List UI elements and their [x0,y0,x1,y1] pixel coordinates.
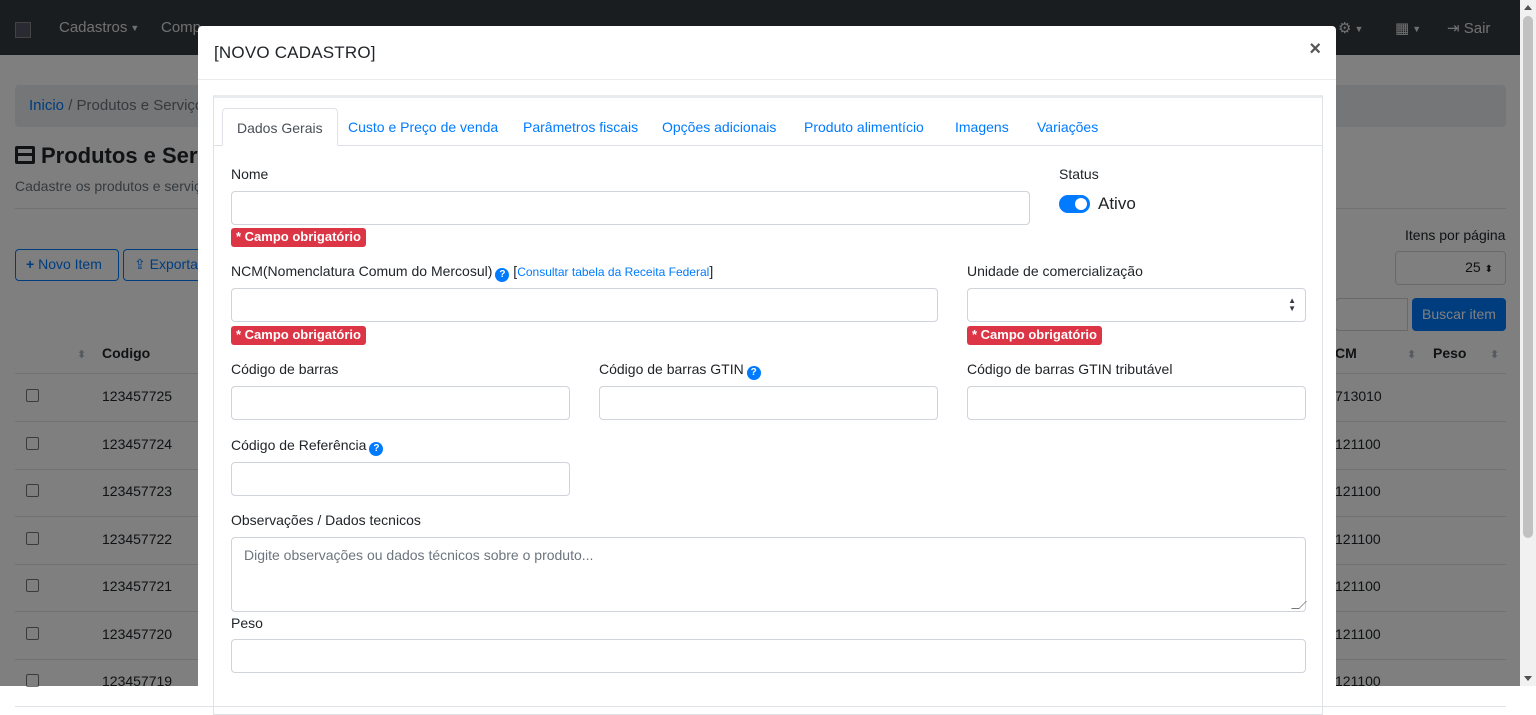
modal-header: [NOVO CADASTRO] × [198,26,1336,80]
required-badge: * Campo obrigatório [231,228,366,247]
tab-dados-gerais[interactable]: Dados Gerais [222,108,338,146]
form-card: Dados Gerais Custo e Preço de venda Parâ… [213,95,1323,715]
gtin-tributavel-input[interactable] [967,386,1306,420]
codigo-barras-label: Código de barras [231,361,339,377]
help-icon[interactable]: ? [746,366,761,380]
modal-title: [NOVO CADASTRO] [214,43,376,62]
required-badge: * Campo obrigatório [231,326,366,345]
tab-produto-alimenticio[interactable]: Produto alimentício [790,108,938,146]
codigo-barras-input[interactable] [231,386,570,420]
close-icon[interactable]: × [1309,39,1321,59]
scroll-up-icon[interactable] [1524,5,1532,10]
peso-label: Peso [231,615,263,631]
status-label: Status [1059,166,1099,182]
nome-input[interactable] [231,191,1030,225]
ncm-table-link[interactable]: Consultar tabela da Receita Federal [517,265,709,279]
tab-imagens[interactable]: Imagens [941,108,1023,146]
tab-variacoes[interactable]: Variações [1023,108,1112,146]
gtin-input[interactable] [599,386,938,420]
resize-handle-icon[interactable] [1291,601,1307,609]
tab-opcoes-adicionais[interactable]: Opções adicionais [648,108,790,146]
unidade-select[interactable]: ▲ ▼ [967,288,1306,322]
select-arrows-icon: ▲ ▼ [1288,296,1296,313]
help-icon[interactable]: ? [369,442,384,456]
required-badge: * Campo obrigatório [967,326,1102,345]
referencia-label: Código de Referência? [231,437,384,456]
gtin-tributavel-label: Código de barras GTIN tributável [967,361,1173,377]
ncm-label: NCM(Nomenclatura Comum do Mercosul)? [Co… [231,263,714,282]
new-product-modal: [NOVO CADASTRO] × Dados Gerais Custo e P… [198,26,1336,715]
unidade-label: Unidade de comercialização [967,263,1143,279]
ncm-input[interactable] [231,288,938,322]
scroll-down-icon[interactable] [1524,676,1532,681]
observacoes-textarea[interactable]: Digite observações ou dados técnicos sob… [231,537,1307,612]
scrollbar-thumb[interactable] [1523,16,1533,538]
nome-label: Nome [231,166,269,182]
status-value: Ativo [1098,194,1136,213]
peso-input[interactable] [231,639,1306,673]
tab-parametros-fiscais[interactable]: Parâmetros fiscais [509,108,652,146]
status-toggle[interactable] [1059,195,1090,213]
observacoes-placeholder: Digite observações ou dados técnicos sob… [244,547,594,563]
referencia-input[interactable] [231,462,570,496]
observacoes-label: Observações / Dados tecnicos [231,512,421,528]
tab-custo-preco[interactable]: Custo e Preço de venda [334,108,512,146]
gtin-label: Código de barras GTIN? [599,361,761,380]
tab-bar: Dados Gerais Custo e Preço de venda Parâ… [214,98,1322,146]
help-icon[interactable]: ? [495,268,510,282]
